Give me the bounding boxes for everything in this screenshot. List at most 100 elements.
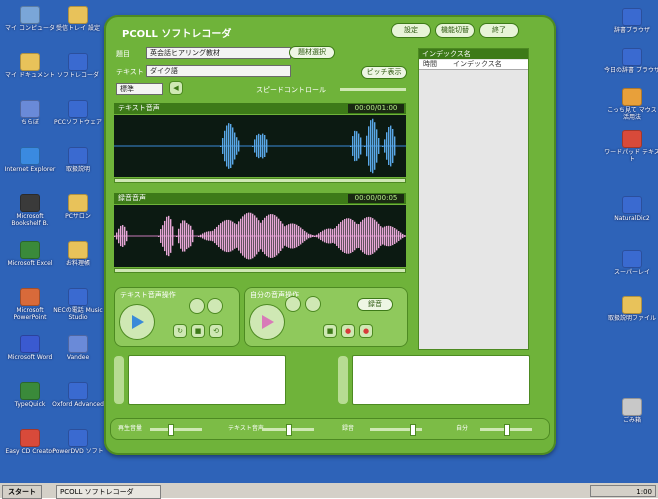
waveform-sample (354, 221, 356, 251)
waveform-sample (216, 226, 218, 246)
right-desktop-icon-0[interactable]: 辞書ブラウザ (604, 8, 658, 34)
waveform-sample (368, 126, 370, 166)
waveform-sample (300, 227, 302, 245)
left-desktop-icon-17[interactable]: Oxford Advanced (50, 382, 106, 408)
theme-select-button[interactable]: 題材選択 (290, 47, 334, 58)
record-rec-icon[interactable]: ● (342, 325, 354, 337)
memo-right-tab[interactable] (338, 356, 348, 404)
record-play-icon (262, 315, 274, 329)
left-desktop-icon-5[interactable]: PCCソフトウェア (50, 100, 106, 126)
left-desktop-icon-9[interactable]: PCサロン (50, 194, 106, 220)
title-bar[interactable]: PCOLL ソフトレコーダ 設定 機能切替 終了 (114, 21, 546, 41)
record-rewind-icon[interactable] (286, 297, 300, 311)
waveform-sample (352, 136, 354, 156)
start-button[interactable]: スタート (2, 485, 42, 499)
left-desktop-icon-13[interactable]: NECの電話 Music Studio (50, 288, 106, 321)
record-audio-controls: 自分の音声操作 録音 ■ ● ● (244, 287, 408, 347)
waveform-sample (272, 214, 274, 258)
right-desktop-icon-6[interactable]: 取扱説明ファイル (604, 296, 658, 322)
waveform-sample (384, 226, 386, 246)
waveform-sample (374, 219, 376, 253)
waveform-sample (384, 139, 386, 153)
forward-icon[interactable] (208, 299, 222, 313)
text-loop-icon[interactable]: ⟲ (210, 325, 222, 337)
memo-left-tab[interactable] (114, 356, 124, 404)
waveform-sample (280, 221, 282, 251)
waveform-sample (376, 221, 378, 251)
record-audio-scrollbar[interactable] (114, 268, 406, 273)
waveform-sample (388, 126, 390, 166)
text-stop-icon[interactable]: ■ (192, 325, 204, 337)
waveform-sample (274, 215, 276, 257)
desktop-icon-label: NaturalDic2 (614, 215, 650, 222)
slider-knob-0[interactable] (168, 424, 174, 436)
right-desktop-icon-2[interactable]: こっち見て マウス 活用法 (604, 88, 658, 121)
waveform-sample (332, 229, 334, 243)
waveform-sample (400, 232, 402, 240)
index-panel[interactable]: インデックス名 時間 インデックス名 (418, 48, 529, 350)
app-shortcut-icon (68, 241, 88, 259)
waveform-sample (220, 223, 222, 249)
waveform-sample (236, 137, 238, 155)
app-shortcut-icon (20, 335, 40, 353)
waveform-sample (204, 232, 206, 240)
left-desktop-icon-1[interactable]: 受信トレイ 設定 (50, 6, 106, 32)
settings-button[interactable]: 設定 (392, 24, 430, 37)
waveform-sample (364, 218, 366, 254)
memo-left[interactable] (128, 355, 286, 405)
record-audio-waveform[interactable] (114, 205, 406, 267)
waveform-sample (238, 140, 240, 152)
left-desktop-icon-15[interactable]: Vandee (50, 335, 106, 361)
text-dropdown[interactable]: ダイク語 (146, 65, 291, 77)
text-audio-scrollbar[interactable] (114, 178, 406, 183)
app-shortcut-icon (20, 53, 40, 71)
speed-select[interactable]: 標準 (116, 83, 163, 95)
waveform-sample (118, 228, 120, 244)
speaker-icon[interactable]: ◀ (170, 82, 182, 94)
pitch-display-button[interactable]: ピッチ表示 (362, 67, 406, 78)
waveform-sample (392, 226, 394, 246)
rewind-icon[interactable] (190, 299, 204, 313)
right-desktop-icon-7[interactable]: ごみ箱 (604, 398, 658, 424)
waveform-sample (320, 231, 322, 241)
theme-field[interactable]: 英会話ヒアリング教材 (146, 47, 291, 59)
record-button[interactable]: 録音 (358, 299, 392, 310)
waveform-sample (258, 133, 260, 159)
index-columns: 時間 インデックス名 (419, 60, 528, 70)
text-audio-controls: テキスト音声操作 ↻ ■ ⟲ (114, 287, 240, 347)
memo-right[interactable] (352, 355, 530, 405)
slider-label-0: 再生音量 (118, 425, 143, 432)
waveform-sample (114, 236, 116, 237)
slider-knob-2[interactable] (410, 424, 416, 436)
function-switch-button[interactable]: 機能切替 (436, 24, 474, 37)
left-desktop-icon-11[interactable]: お料理帳 (50, 241, 106, 267)
desktop-icon-label: 受信トレイ 設定 (56, 25, 100, 32)
waveform-sample (236, 224, 238, 248)
record-mark-icon[interactable]: ● (360, 325, 372, 337)
desktop-icon-label: スーパーレイ (614, 269, 650, 276)
exit-button[interactable]: 終了 (480, 24, 518, 37)
left-desktop-icon-7[interactable]: 取扱説明 (50, 147, 106, 173)
record-stop-icon[interactable]: ■ (324, 325, 336, 337)
slider-knob-3[interactable] (504, 424, 510, 436)
record-forward-icon[interactable] (306, 297, 320, 311)
waveform-sample (314, 236, 316, 237)
left-desktop-icon-19[interactable]: PowerDVD ソフト (50, 429, 106, 455)
speed-slider[interactable] (340, 88, 406, 91)
right-desktop-icon-1[interactable]: 今日の辞書 ブラウザ (604, 48, 658, 74)
text-audio-waveform[interactable] (114, 115, 406, 177)
waveform-sample (362, 219, 364, 253)
slider-knob-1[interactable] (286, 424, 292, 436)
app-shortcut-icon (622, 8, 642, 26)
slider-track-0[interactable] (150, 428, 202, 431)
taskbar-app-button[interactable]: PCOLL ソフトレコーダ (56, 485, 161, 499)
right-desktop-icon-3[interactable]: ワードパッド テキスト (604, 130, 658, 163)
right-desktop-icon-5[interactable]: スーパーレイ (604, 250, 658, 276)
text-repeat-icon[interactable]: ↻ (174, 325, 186, 337)
waveform-sample (206, 231, 208, 241)
right-desktop-icon-4[interactable]: NaturalDic2 (604, 196, 658, 222)
left-desktop-icon-3[interactable]: ソフトレコーダ (50, 53, 106, 79)
app-shortcut-icon (622, 130, 642, 148)
waveform-sample (326, 228, 328, 244)
app-shortcut-icon (622, 196, 642, 214)
